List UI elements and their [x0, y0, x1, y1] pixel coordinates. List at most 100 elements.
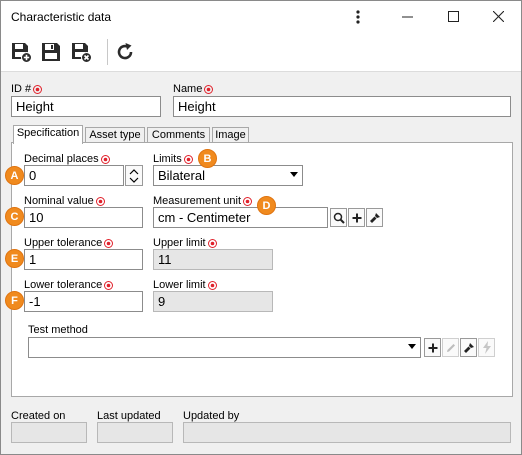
required-icon [207, 238, 217, 248]
test-method-run-button[interactable] [478, 338, 495, 357]
save-close-icon [72, 43, 92, 63]
required-icon [95, 196, 105, 206]
last-updated-label-text: Last updated [97, 410, 161, 422]
test-method-select[interactable] [28, 337, 421, 358]
measurement-unit-clear-button[interactable] [366, 208, 383, 227]
created-on-label: Created on [11, 410, 65, 422]
minimize-button[interactable] [384, 1, 430, 32]
pencil-icon [446, 343, 455, 352]
required-icon [243, 196, 253, 206]
kebab-menu-icon [356, 9, 360, 24]
required-icon [33, 84, 43, 94]
measurement-unit-label-text: Measurement unit [153, 195, 242, 207]
upper-limit-label: Upper limit [153, 237, 217, 249]
required-icon [104, 238, 114, 248]
close-button[interactable] [475, 1, 521, 32]
decimal-places-label-text: Decimal places [24, 153, 99, 165]
required-icon [104, 280, 114, 290]
upper-tolerance-label-text: Upper tolerance [24, 237, 103, 249]
maximize-icon [447, 11, 459, 22]
upper-limit-field: 11 [153, 249, 273, 270]
required-icon [207, 280, 217, 290]
required-icon [100, 154, 110, 164]
decimal-places-stepper[interactable] [125, 165, 143, 186]
upper-tolerance-field[interactable]: 1 [24, 249, 143, 270]
refresh-button[interactable] [113, 40, 137, 64]
lower-tolerance-label-text: Lower tolerance [24, 279, 103, 291]
save-new-button[interactable] [9, 40, 33, 64]
title-bar: Characteristic data [1, 1, 521, 32]
nominal-value-label-text: Nominal value [24, 195, 94, 207]
maximize-button[interactable] [430, 1, 476, 32]
close-icon [492, 11, 504, 22]
measurement-unit-field[interactable]: cm - Centimeter [153, 207, 328, 228]
decimal-places-label: Decimal places [24, 153, 110, 165]
plus-icon [428, 343, 437, 352]
required-icon [183, 154, 193, 164]
brush-icon [369, 212, 380, 223]
last-updated-label: Last updated [97, 410, 161, 422]
minimize-icon [401, 16, 413, 18]
tab-specification[interactable]: Specification [13, 125, 83, 144]
updated-by-field [183, 422, 511, 443]
dialog-window: Characteristic data ID # Height Name Hei… [0, 0, 522, 455]
spin-down-icon[interactable] [127, 176, 141, 184]
specification-panel: Decimal places 0 Limits Bilateral Nomina… [11, 142, 513, 397]
last-updated-field [97, 422, 173, 443]
refresh-icon [117, 43, 133, 60]
id-field[interactable]: Height [11, 96, 161, 117]
updated-by-label-text: Updated by [183, 410, 240, 422]
window-title: Characteristic data [11, 10, 112, 24]
lower-limit-label: Lower limit [153, 279, 217, 291]
limits-label: Limits [153, 153, 193, 165]
measurement-unit-search-button[interactable] [330, 208, 347, 227]
name-label: Name [173, 83, 214, 95]
test-method-add-button[interactable] [424, 338, 441, 357]
kebab-menu-button[interactable] [335, 1, 381, 32]
toolbar [1, 32, 521, 72]
chevron-down-icon [408, 344, 416, 349]
annotation-badge-d: D [257, 196, 276, 215]
test-method-edit-button[interactable] [442, 338, 459, 357]
annotation-badge-a: A [5, 166, 24, 185]
nominal-value-field[interactable]: 10 [24, 207, 143, 228]
annotation-badge-c: C [5, 207, 24, 226]
brush-icon [463, 342, 474, 353]
limits-select[interactable]: Bilateral [153, 165, 303, 186]
id-label-text: ID # [11, 83, 32, 95]
annotation-badge-e: E [5, 249, 24, 268]
chevron-down-icon [290, 172, 298, 177]
test-method-label: Test method [28, 324, 88, 336]
search-icon [333, 212, 345, 224]
lower-limit-label-text: Lower limit [153, 279, 206, 291]
toolbar-separator [107, 39, 108, 65]
lower-limit-field: 9 [153, 291, 273, 312]
decimal-places-field[interactable]: 0 [24, 165, 124, 186]
measurement-unit-add-button[interactable] [348, 208, 365, 227]
plus-icon [352, 213, 361, 222]
upper-limit-label-text: Upper limit [153, 237, 206, 249]
lightning-icon [482, 341, 491, 354]
updated-by-label: Updated by [183, 410, 239, 422]
lower-tolerance-label: Lower tolerance [24, 279, 114, 291]
limits-select-value: Bilateral [158, 168, 205, 183]
limits-label-text: Limits [153, 153, 182, 165]
required-icon [204, 84, 214, 94]
nominal-value-label: Nominal value [24, 195, 105, 207]
measurement-unit-label: Measurement unit [153, 195, 253, 207]
upper-tolerance-label: Upper tolerance [24, 237, 114, 249]
annotation-badge-b: B [198, 149, 217, 168]
test-method-label-text: Test method [28, 324, 88, 336]
annotation-badge-f: F [5, 291, 24, 310]
lower-tolerance-field[interactable]: -1 [24, 291, 143, 312]
spin-up-icon[interactable] [127, 168, 141, 176]
save-close-button[interactable] [69, 40, 93, 64]
created-on-label-text: Created on [11, 410, 66, 422]
save-icon [42, 43, 60, 61]
name-label-text: Name [173, 83, 203, 95]
created-on-field [11, 422, 87, 443]
save-button[interactable] [39, 40, 63, 64]
name-field[interactable]: Height [173, 96, 511, 117]
save-new-icon [12, 43, 32, 63]
test-method-clear-button[interactable] [460, 338, 477, 357]
